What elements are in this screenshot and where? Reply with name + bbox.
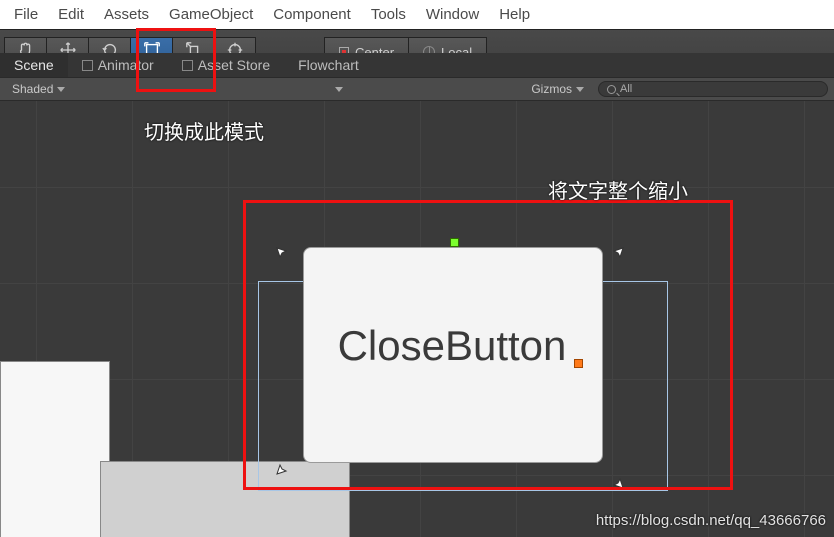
corner-handle-br[interactable] — [608, 473, 624, 489]
tab-asset-store-label: Asset Store — [198, 57, 270, 73]
tab-animator-label: Animator — [98, 57, 154, 73]
tab-asset-store[interactable]: Asset Store — [168, 53, 284, 77]
chevron-down-icon — [335, 87, 343, 92]
annotation-shrink-text: 将文字整个缩小 — [548, 175, 688, 204]
menu-gameobject[interactable]: GameObject — [159, 6, 263, 23]
corner-handle-tr[interactable] — [608, 247, 624, 263]
menu-file[interactable]: File — [4, 6, 48, 23]
rect-handle-top[interactable] — [450, 238, 459, 247]
menu-help[interactable]: Help — [489, 6, 540, 23]
render-mode-dropdown[interactable]: Shaded — [4, 82, 73, 96]
corner-handle-bl[interactable] — [276, 459, 292, 475]
editor-tab-row: Scene Animator Asset Store Flowchart — [0, 53, 834, 77]
display-icon — [317, 84, 331, 94]
menubar: File Edit Assets GameObject Component To… — [0, 0, 834, 29]
menu-assets[interactable]: Assets — [94, 6, 159, 23]
animator-icon — [82, 60, 93, 71]
tab-scene[interactable]: Scene — [0, 53, 68, 77]
chevron-down-icon — [57, 87, 65, 92]
annotation-mode-switch: 切换成此模式 — [144, 116, 264, 145]
corner-handle-tl[interactable] — [276, 247, 292, 263]
close-button-text: CloseButton — [317, 321, 587, 371]
scene-display-dropdown[interactable] — [309, 84, 351, 94]
menu-edit[interactable]: Edit — [48, 6, 94, 23]
menu-window[interactable]: Window — [416, 6, 489, 23]
scene-search-input[interactable]: All — [598, 81, 828, 97]
asset-store-icon — [182, 60, 193, 71]
menu-tools[interactable]: Tools — [361, 6, 416, 23]
tab-animator[interactable]: Animator — [68, 53, 168, 77]
search-placeholder: All — [620, 83, 632, 95]
tab-flowchart[interactable]: Flowchart — [284, 53, 373, 77]
scene-toolbar: Shaded Gizmos All — [0, 77, 834, 101]
rect-pivot-handle[interactable] — [574, 359, 583, 368]
canvas-rect — [0, 361, 110, 537]
render-mode-label: Shaded — [12, 82, 53, 96]
gizmos-dropdown[interactable]: Gizmos — [523, 82, 592, 96]
menu-component[interactable]: Component — [263, 6, 361, 23]
toolbar: Center Local Scene Animator Asset Store … — [0, 29, 834, 77]
gizmos-label: Gizmos — [531, 82, 572, 96]
watermark: https://blog.csdn.net/qq_43666766 — [596, 512, 826, 529]
scene-viewport[interactable]: CloseButton 切换成此模式 将文字整个缩小 https://blog.… — [0, 101, 834, 537]
search-icon — [607, 85, 616, 94]
chevron-down-icon — [576, 87, 584, 92]
